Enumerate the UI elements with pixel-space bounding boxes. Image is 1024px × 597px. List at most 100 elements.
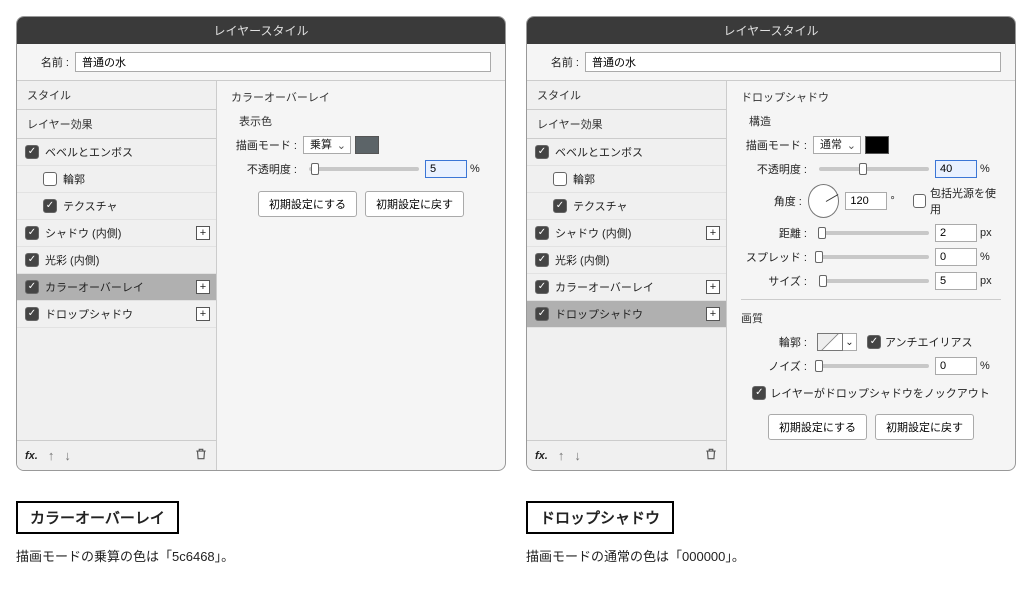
antialias-checkbox[interactable]: ✓ [867,335,881,349]
opacity-slider[interactable] [309,167,419,171]
sidebar-header-style[interactable]: スタイル [17,81,216,110]
spread-unit: % [980,251,998,263]
sidebar-header-style[interactable]: スタイル [527,81,726,110]
contour-swatch[interactable] [817,333,843,351]
sidebar-item-label: ドロップシャドウ [555,306,643,322]
noise-input[interactable] [935,357,977,375]
sidebar-item-bevel[interactable]: ✓ ベベルとエンボス [527,139,726,166]
opacity-input[interactable] [425,160,467,178]
opacity-unit: % [980,163,998,175]
checkbox-icon[interactable] [553,172,567,186]
dialog-body: スタイル レイヤー効果 ✓ ベベルとエンボス 輪郭 ✓ テクスチャ [527,80,1015,470]
opacity-row: 不透明度 : % [741,157,1001,181]
right-panel: レイヤースタイル 名前 : スタイル レイヤー効果 ✓ ベベルとエンボス 輪郭 [526,16,1016,471]
checkbox-icon[interactable]: ✓ [535,307,549,321]
spread-input[interactable] [935,248,977,266]
dialog-body: スタイル レイヤー効果 ✓ ベベルとエンボス 輪郭 ✓ テクスチャ [17,80,505,470]
size-row: サイズ : px [741,269,1001,293]
global-light-checkbox[interactable] [913,194,926,208]
arrow-down-icon[interactable]: ↓ [64,449,71,462]
angle-dial[interactable] [808,184,840,218]
plus-icon[interactable]: + [706,226,720,240]
size-input[interactable] [935,272,977,290]
opacity-unit: % [470,163,488,175]
sidebar-item-inner-shadow[interactable]: ✓ シャドウ (内側) + [17,220,216,247]
arrow-up-icon[interactable]: ↑ [558,449,565,462]
checkbox-icon[interactable]: ✓ [25,280,39,294]
trash-icon[interactable] [194,447,208,464]
sidebar-item-drop-shadow[interactable]: ✓ ドロップシャドウ + [527,301,726,328]
checkbox-icon[interactable]: ✓ [553,199,567,213]
noise-slider[interactable] [819,364,929,368]
chevron-down-icon[interactable]: ⌄ [843,333,857,351]
spread-slider[interactable] [819,255,929,259]
sidebar-item-label: 光彩 (内側) [555,252,609,268]
checkbox-icon[interactable]: ✓ [25,145,39,159]
checkbox-icon[interactable]: ✓ [25,226,39,240]
fx-icon[interactable]: fx. [25,450,38,462]
sidebar-item-color-overlay[interactable]: ✓ カラーオーバーレイ + [17,274,216,301]
style-sidebar: スタイル レイヤー効果 ✓ ベベルとエンボス 輪郭 ✓ テクスチャ [527,80,727,470]
checkbox-icon[interactable]: ✓ [535,145,549,159]
right-column: レイヤースタイル 名前 : スタイル レイヤー効果 ✓ ベベルとエンボス 輪郭 [526,16,1016,565]
checkbox-icon[interactable]: ✓ [25,307,39,321]
plus-icon[interactable]: + [706,307,720,321]
checkbox-icon[interactable]: ✓ [535,226,549,240]
sidebar-item-color-overlay[interactable]: ✓ カラーオーバーレイ + [527,274,726,301]
plus-icon[interactable]: + [196,307,210,321]
left-column: レイヤースタイル 名前 : スタイル レイヤー効果 ✓ ベベルとエンボス 輪郭 [16,16,506,565]
blend-mode-row: 描画モード : 乗算 [231,133,491,157]
checkbox-icon[interactable]: ✓ [43,199,57,213]
trash-icon[interactable] [704,447,718,464]
fx-icon[interactable]: fx. [535,450,548,462]
sidebar-item-bevel[interactable]: ✓ ベベルとエンボス [17,139,216,166]
sidebar-header-effects[interactable]: レイヤー効果 [527,110,726,139]
checkbox-icon[interactable]: ✓ [25,253,39,267]
checkbox-icon[interactable]: ✓ [535,253,549,267]
sidebar-item-contour[interactable]: 輪郭 [527,166,726,193]
plus-icon[interactable]: + [196,226,210,240]
name-label: 名前 : [541,54,579,70]
layer-name-input[interactable] [585,52,1001,72]
opacity-input[interactable] [935,160,977,178]
group-title: カラーオーバーレイ [231,87,491,109]
sidebar-item-label: ドロップシャドウ [45,306,133,322]
section-title: 表示色 [231,109,491,133]
angle-unit: ° [890,195,907,207]
color-swatch[interactable] [865,136,889,154]
sidebar-item-texture[interactable]: ✓ テクスチャ [17,193,216,220]
content-color-overlay: カラーオーバーレイ 表示色 描画モード : 乗算 不透明度 : % [217,80,505,470]
blend-mode-select[interactable]: 乗算 [303,138,351,152]
angle-input[interactable] [845,192,887,210]
opacity-slider[interactable] [819,167,929,171]
size-slider[interactable] [819,279,929,283]
sidebar-item-inner-shadow[interactable]: ✓ シャドウ (内側) + [527,220,726,247]
sidebar-item-inner-glow[interactable]: ✓ 光彩 (内側) [527,247,726,274]
button-row: 初期設定にする 初期設定に戻す [741,414,1001,440]
checkbox-icon[interactable] [43,172,57,186]
sidebar-item-contour[interactable]: 輪郭 [17,166,216,193]
arrow-down-icon[interactable]: ↓ [574,449,581,462]
style-sidebar: スタイル レイヤー効果 ✓ ベベルとエンボス 輪郭 ✓ テクスチャ [17,80,217,470]
layer-name-input[interactable] [75,52,491,72]
color-swatch[interactable] [355,136,379,154]
plus-icon[interactable]: + [196,280,210,294]
distance-slider[interactable] [819,231,929,235]
arrow-up-icon[interactable]: ↑ [48,449,55,462]
sidebar-item-label: テクスチャ [573,198,628,214]
reset-default-button[interactable]: 初期設定に戻す [365,191,464,217]
make-default-button[interactable]: 初期設定にする [258,191,357,217]
sidebar-item-texture[interactable]: ✓ テクスチャ [527,193,726,220]
reset-default-button[interactable]: 初期設定に戻す [875,414,974,440]
knockout-checkbox[interactable]: ✓ [752,386,766,400]
sidebar-header-effects[interactable]: レイヤー効果 [17,110,216,139]
blend-mode-select[interactable]: 通常 [813,138,861,152]
sidebar-item-inner-glow[interactable]: ✓ 光彩 (内側) [17,247,216,274]
plus-icon[interactable]: + [706,280,720,294]
checkbox-icon[interactable]: ✓ [535,280,549,294]
divider [741,299,1001,300]
sidebar-item-label: カラーオーバーレイ [555,279,654,295]
distance-input[interactable] [935,224,977,242]
sidebar-item-drop-shadow[interactable]: ✓ ドロップシャドウ + [17,301,216,328]
make-default-button[interactable]: 初期設定にする [768,414,867,440]
